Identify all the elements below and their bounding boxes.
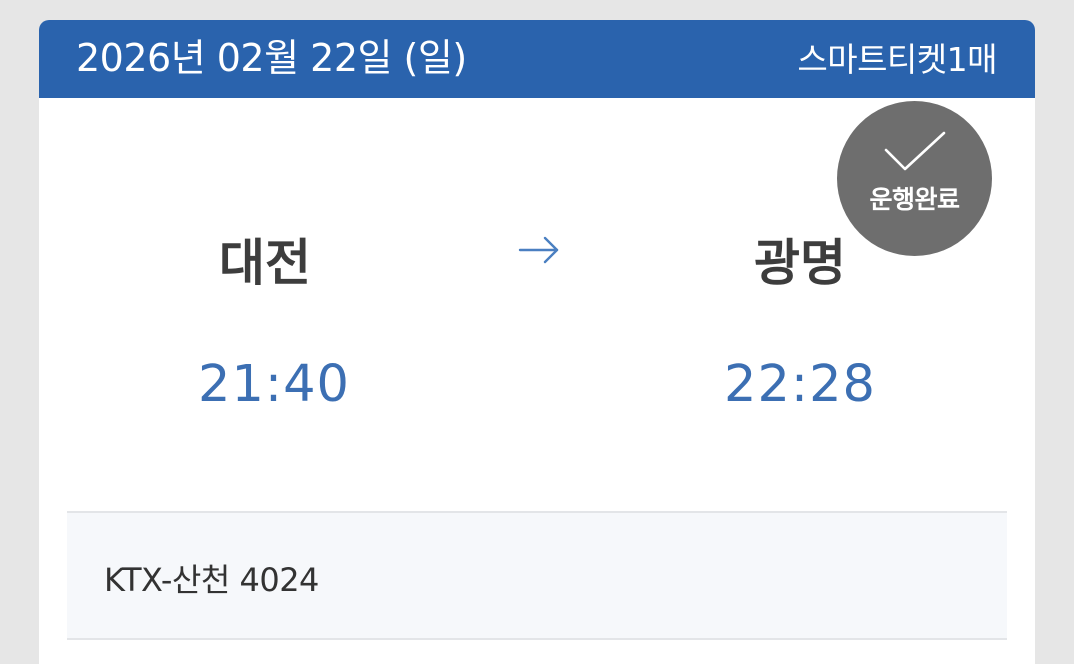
right-arrow-icon	[518, 236, 559, 264]
departure-station: 대전	[219, 234, 311, 292]
arrival-time: 22:28	[724, 355, 876, 414]
status-label: 운행완료	[869, 185, 960, 214]
ticket-count: 스마트티켓1매	[797, 40, 997, 79]
departure-time: 21:40	[198, 355, 350, 414]
ticket-header: 2026년 02월 22일 (일) 스마트티켓1매	[39, 20, 1035, 98]
train-name: KTX-산천 4024	[104, 561, 319, 599]
train-info-row: KTX-산천 4024	[67, 511, 1007, 640]
travel-date: 2026년 02월 22일 (일)	[76, 36, 467, 80]
ticket-card[interactable]: 2026년 02월 22일 (일) 스마트티켓1매 대전 광명 21:40 22…	[39, 20, 1035, 664]
checkmark-icon	[884, 131, 946, 171]
status-badge: 운행완료	[837, 101, 992, 256]
